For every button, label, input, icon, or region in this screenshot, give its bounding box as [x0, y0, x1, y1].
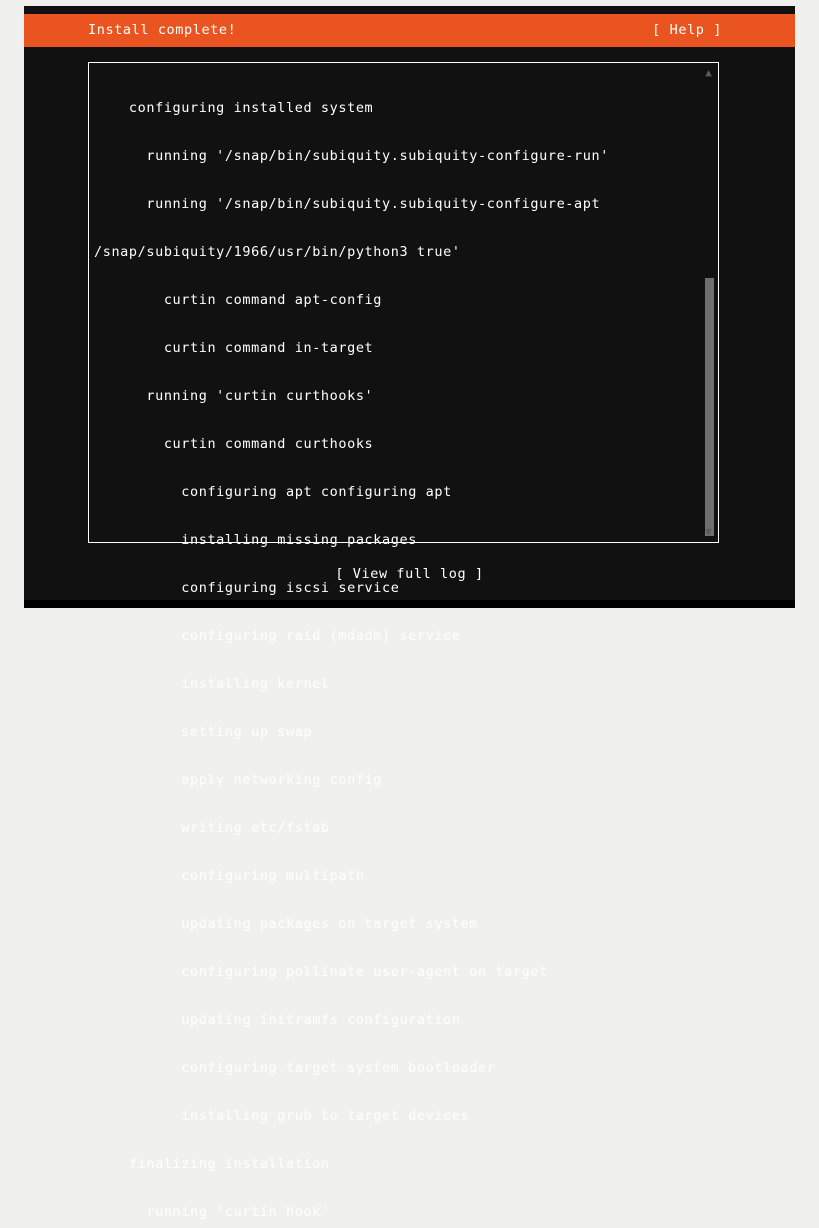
terminal-window: Install complete! [ Help ] configuring i…	[24, 6, 795, 1220]
log-line: curtin command apt-config	[94, 292, 383, 308]
log-line: configuring multipath	[94, 868, 365, 884]
log-line: curtin command curthooks	[94, 436, 374, 452]
log-line: curtin command in-target	[94, 340, 374, 356]
log-line: installing missing packages	[94, 532, 417, 548]
log-line: configuring apt configuring apt	[94, 484, 452, 500]
help-button[interactable]: [ Help ]	[652, 22, 722, 38]
log-line: configuring installed system	[94, 100, 374, 116]
log-line: updating packages on target system	[94, 916, 479, 932]
view-full-log-button[interactable]: [ View full log ]	[24, 566, 795, 582]
log-line: finalizing installation	[94, 1156, 330, 1172]
screen: Install complete! [ Help ] configuring i…	[0, 0, 819, 1220]
scrollbar-track[interactable]	[704, 80, 714, 536]
log-line: running '/snap/bin/subiquity.subiquity-c…	[94, 196, 601, 212]
log-line: installing grub to target devices	[94, 1108, 470, 1124]
terminal-bottom-strip	[24, 600, 795, 608]
log-line: running 'curtin curthooks'	[94, 388, 374, 404]
log-line: /snap/subiquity/1966/usr/bin/python3 tru…	[94, 244, 461, 260]
log-scrollbar[interactable]: ▲ ▼	[703, 67, 714, 538]
scroll-up-arrow-icon[interactable]: ▲	[703, 67, 714, 79]
log-line: configuring raid (mdadm) service	[94, 628, 461, 644]
scrollbar-thumb[interactable]	[705, 278, 714, 536]
log-line: writing etc/fstab	[94, 820, 330, 836]
install-log-text: configuring installed system running '/s…	[94, 68, 694, 1228]
log-line: setting up swap	[94, 724, 313, 740]
page-title: Install complete!	[88, 22, 237, 38]
log-line: running '/snap/bin/subiquity.subiquity-c…	[94, 148, 609, 164]
log-line: configuring pollinate user-agent on targ…	[94, 964, 548, 980]
header-bar: Install complete! [ Help ]	[24, 14, 795, 47]
log-line: running 'curtin hook'	[94, 1204, 330, 1220]
log-line: installing kernel	[94, 676, 330, 692]
log-line: updating initramfs configuration	[94, 1012, 461, 1028]
scroll-down-arrow-icon[interactable]: ▼	[703, 526, 714, 538]
install-log-box: configuring installed system running '/s…	[88, 62, 719, 1220]
log-line: configuring iscsi service	[94, 580, 400, 596]
log-line: configuring target system bootloader	[94, 1060, 496, 1076]
log-line: apply networking config	[94, 772, 383, 788]
